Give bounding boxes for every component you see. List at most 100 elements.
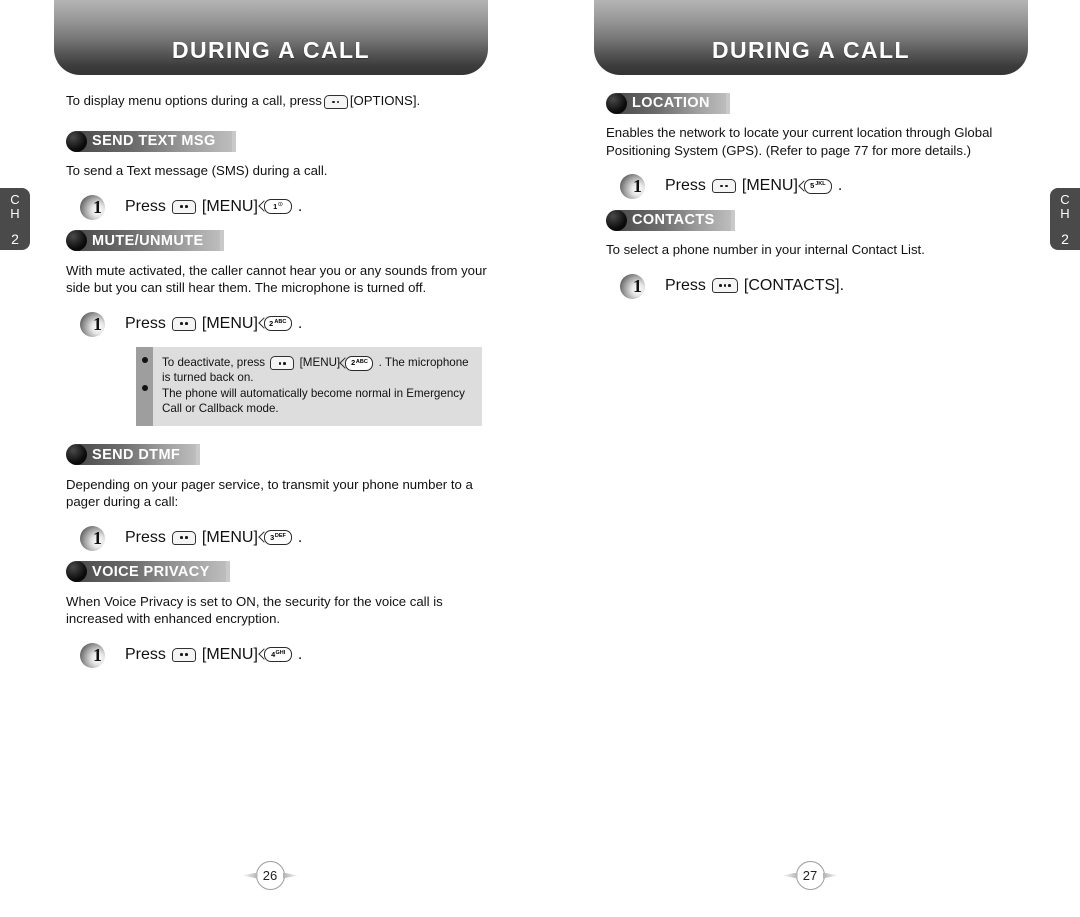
press-label: Press xyxy=(125,528,166,546)
banner-title: DURING A CALL xyxy=(172,37,370,63)
menu-key-icon xyxy=(171,316,196,331)
step-text: Press [MENU] 4 GHI . xyxy=(122,646,305,664)
section-mute-unmute: MUTE/UNMUTE With mute activated, the cal… xyxy=(66,230,496,426)
menu-key-icon xyxy=(171,199,196,214)
section-body-text: To send a Text message (SMS) during a ca… xyxy=(66,163,328,178)
menu-label: [MENU] xyxy=(201,197,258,215)
step-bullet-icon: 1 xyxy=(80,194,114,220)
number-key-3-icon: 3 DEF xyxy=(263,530,292,545)
section-body-text: With mute activated, the caller cannot h… xyxy=(66,262,487,296)
bullet-circle-icon xyxy=(66,130,87,152)
number-key-sub: GHI xyxy=(275,649,286,656)
page-number-footer-right: 27 xyxy=(540,861,1080,890)
options-key-icon xyxy=(323,95,348,109)
intro-text-after: [OPTIONS]. xyxy=(349,93,421,108)
section-heading: MUTE/UNMUTE xyxy=(66,230,496,252)
page-number-wing-right xyxy=(282,872,299,879)
chapter-tab-left: C H 2 xyxy=(0,188,30,250)
chapter-tab-number: 2 xyxy=(11,230,19,247)
note-body: To deactivate, press [MENU] 2 ABC . The m… xyxy=(153,347,482,426)
step-row: 1 Press [MENU] 2 ABC . xyxy=(80,311,496,337)
step-number: 1 xyxy=(93,196,102,217)
step-row: 1 Press [MENU] 1 ☉ . xyxy=(80,194,496,220)
number-key-sub: DEF xyxy=(274,532,286,539)
page-banner-left: DURING A CALL xyxy=(54,0,488,75)
page-number: 27 xyxy=(795,861,825,890)
page-banner-right: DURING A CALL xyxy=(594,0,1028,75)
step-row: 1 Press [MENU] 3 DEF . xyxy=(80,525,496,551)
section-heading: LOCATION xyxy=(606,92,1036,114)
section-heading: SEND DTMF xyxy=(66,444,496,466)
number-key-digit: 1 xyxy=(273,201,278,211)
chapter-tab-line1: C xyxy=(10,191,20,207)
step-bullet-icon: 1 xyxy=(80,311,114,337)
step-bullet-icon: 1 xyxy=(80,525,114,551)
menu-key-icon xyxy=(270,356,295,371)
step-number: 1 xyxy=(93,313,102,334)
chapter-tab-line2: H xyxy=(10,205,20,221)
press-label: Press xyxy=(665,276,706,294)
press-label: Press xyxy=(125,197,166,215)
number-key-digit: 3 xyxy=(270,532,275,542)
section-heading-label: MUTE/UNMUTE xyxy=(78,230,224,251)
number-key-digit: 5 xyxy=(810,181,815,190)
page-number-wing-left xyxy=(241,872,258,879)
page-number-wing-right xyxy=(822,872,839,879)
section-send-dtmf: SEND DTMF Depending on your pager servic… xyxy=(66,444,496,551)
intro-line: To display menu options during a call, p… xyxy=(66,92,496,110)
press-label: Press xyxy=(125,314,166,332)
note-bullet-dot xyxy=(141,356,148,363)
section-heading-label: CONTACTS xyxy=(618,209,735,231)
number-key-sub: ABC xyxy=(355,358,368,365)
period: . xyxy=(297,645,303,663)
step-number: 1 xyxy=(633,176,642,196)
number-key-sub: ABC xyxy=(274,318,287,325)
right-page: DURING A CALL C H 2 LOCATION Enables the… xyxy=(540,0,1080,917)
section-contacts: CONTACTS To select a phone number in you… xyxy=(606,209,1036,299)
bullet-circle-icon xyxy=(66,561,87,582)
page-number: 26 xyxy=(255,861,285,890)
section-heading: SEND TEXT MSG xyxy=(66,130,496,152)
step-bullet-icon: 1 xyxy=(620,273,654,299)
banner-title: DURING A CALL xyxy=(712,37,910,63)
bullet-circle-icon xyxy=(606,209,627,231)
left-page-content: To display menu options during a call, p… xyxy=(66,92,496,678)
contacts-key-icon xyxy=(711,278,738,293)
note-item-1: To deactivate, press [MENU] 2 ABC . The m… xyxy=(162,355,472,386)
section-heading-label: VOICE PRIVACY xyxy=(78,561,230,582)
menu-label: [MENU] xyxy=(201,528,258,546)
note-bullet-rail xyxy=(136,346,153,426)
section-body-text: Enables the network to locate your curre… xyxy=(606,125,993,158)
step-number: 1 xyxy=(93,527,102,548)
number-key-digit: 2 xyxy=(351,358,356,368)
section-heading-label: LOCATION xyxy=(618,92,730,114)
note-box: To deactivate, press [MENU] 2 ABC . The m… xyxy=(136,346,482,426)
right-page-content: LOCATION Enables the network to locate y… xyxy=(606,92,1036,309)
left-page: DURING A CALL C H 2 To display menu opti… xyxy=(0,0,540,917)
note-bullet-dot xyxy=(141,384,148,391)
number-key-sub: JKL xyxy=(815,181,826,188)
bullet-circle-icon xyxy=(606,92,627,114)
step-bullet-icon: 1 xyxy=(80,642,114,668)
section-voice-privacy: VOICE PRIVACY When Voice Privacy is set … xyxy=(66,561,496,668)
menu-label: [MENU] xyxy=(299,355,341,369)
menu-key-icon xyxy=(171,647,196,662)
number-key-digit: 2 xyxy=(269,318,274,328)
intro-text-before: To display menu options during a call, p… xyxy=(66,93,322,108)
number-key-2-icon: 2 ABC xyxy=(345,355,374,371)
menu-label: [MENU] xyxy=(201,645,258,663)
period: . xyxy=(297,314,303,332)
step-text: Press [CONTACTS]. xyxy=(662,277,847,295)
step-text: Press [MENU] 2 ABC . xyxy=(122,315,305,333)
menu-key-icon xyxy=(171,530,196,545)
section-body-text: Depending on your pager service, to tran… xyxy=(66,476,473,510)
period: . xyxy=(297,197,303,215)
step-text: Press [MENU] 3 DEF . xyxy=(122,529,305,547)
note-item-2: The phone will automatically become norm… xyxy=(162,386,465,416)
press-label: Press xyxy=(665,177,706,194)
page-number-footer-left: 26 xyxy=(0,861,540,890)
step-text: Press [MENU] 5 JKL . xyxy=(662,177,845,195)
step-row: 1 Press [MENU] 5 JKL . xyxy=(620,173,1036,199)
number-key-4-icon: 4 GHI xyxy=(263,647,292,662)
period: . xyxy=(297,528,303,546)
